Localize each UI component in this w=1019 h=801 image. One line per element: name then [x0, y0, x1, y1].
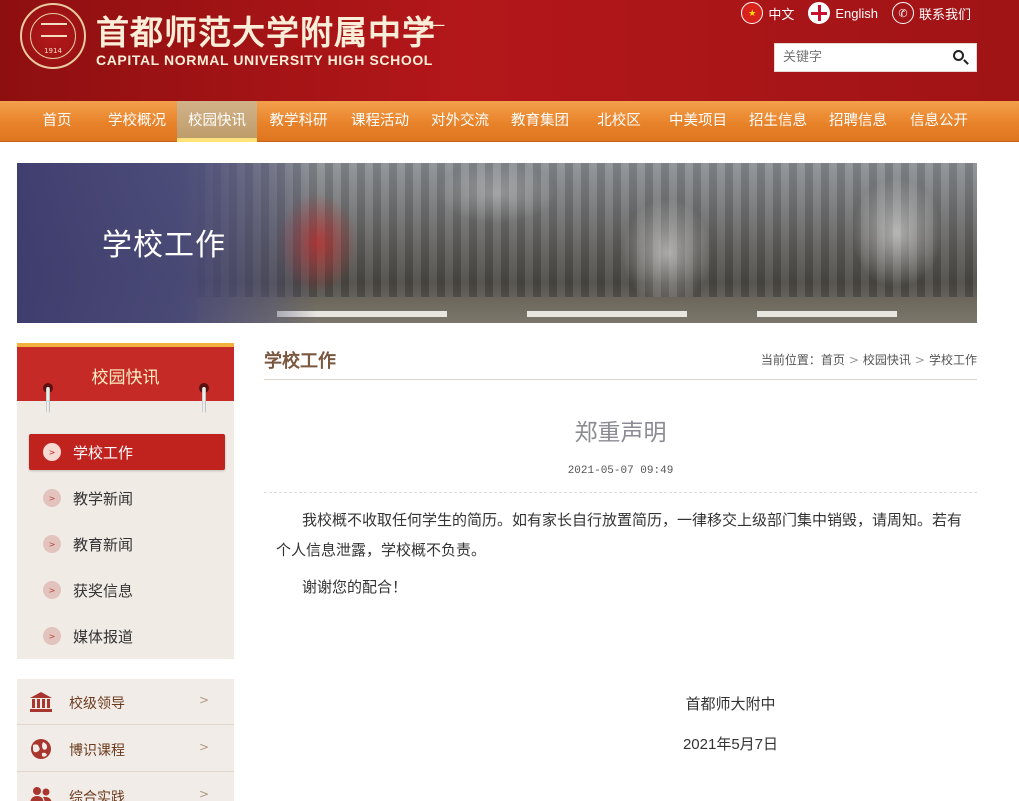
- lang-chinese-link[interactable]: ★ 中文: [741, 2, 794, 24]
- building-icon: [30, 692, 52, 712]
- page-banner: 学校工作: [17, 163, 977, 323]
- nav-item-disclosure[interactable]: 信息公开: [898, 101, 980, 142]
- section-title: 学校工作: [264, 351, 336, 372]
- main-nav: 首页 学校概况 校园快讯 教学科研 课程活动 对外交流 教育集团 北校区 中美项…: [0, 101, 1019, 142]
- binder-ring-icon: [198, 383, 210, 415]
- contact-us-label: 联系我们: [918, 6, 971, 22]
- quick-link-practice[interactable]: 综合实践 >: [17, 773, 234, 801]
- school-seal-logo[interactable]: 1914: [20, 3, 86, 69]
- arrow-bullet-icon: >: [43, 443, 61, 461]
- article-title: 郑重声明: [574, 420, 667, 446]
- nav-item-teaching-research[interactable]: 教学科研: [257, 101, 340, 142]
- banner-title: 学校工作: [102, 228, 226, 263]
- arrow-bullet-icon: >: [43, 581, 61, 599]
- article-paragraph: 我校概不收取任何学生的简历。如有家长自行放置简历，一律移交上级部门集中销毁，请周…: [276, 511, 963, 559]
- nav-item-sino-us[interactable]: 中美项目: [658, 101, 738, 142]
- site-header: 1914 首都师范大学附属中学 十一 CAPITAL NORMAL UNIVER…: [0, 0, 1019, 101]
- nav-item-about[interactable]: 学校概况: [97, 101, 177, 142]
- phone-icon: ✆: [891, 2, 914, 24]
- breadcrumb-separator: >: [848, 353, 859, 367]
- top-links: ★ 中文 English ✆ 联系我们: [741, 2, 971, 24]
- sidebar-item-teaching-news[interactable]: > 教学新闻: [29, 480, 225, 516]
- seal-year: 1914: [44, 47, 62, 55]
- article-content: 学校工作 当前位置：首页 > 校园快讯 > 学校工作 郑重声明 2021-05-07 0…: [264, 343, 977, 801]
- binder-ring-icon: [42, 383, 54, 415]
- nav-item-campus-news[interactable]: 校园快讯: [177, 101, 257, 142]
- nav-item-curriculum[interactable]: 课程活动: [340, 101, 420, 142]
- globe-icon: [31, 739, 51, 759]
- search-input[interactable]: [775, 44, 945, 71]
- sidebar-item-media[interactable]: > 媒体报道: [29, 618, 225, 654]
- nav-item-recruitment[interactable]: 招聘信息: [818, 101, 898, 142]
- article-paragraph: 谢谢您的配合！: [302, 578, 408, 596]
- quick-link-label: 博识课程: [69, 743, 125, 759]
- article-signature: 首都师大附中: [685, 695, 776, 713]
- lang-english-label: English: [835, 5, 878, 21]
- chevron-right-icon: >: [199, 740, 210, 754]
- sidebar-item-awards[interactable]: > 获奖信息: [29, 572, 225, 608]
- arrow-bullet-icon: >: [43, 489, 61, 507]
- sidebar-item-label: 教育新闻: [73, 535, 134, 554]
- quick-link-courses[interactable]: 博识课程 >: [17, 726, 234, 772]
- quick-link-leaders[interactable]: 校级领导 >: [17, 679, 234, 725]
- quick-links: 校级领导 > 博识课程 > 综合实践 >: [17, 679, 234, 801]
- arrow-bullet-icon: >: [43, 535, 61, 553]
- sidebar-item-label: 媒体报道: [73, 627, 134, 646]
- title-divider: [264, 379, 977, 380]
- sidebar-item-label: 学校工作: [73, 443, 134, 462]
- nav-item-home[interactable]: 首页: [17, 101, 97, 142]
- breadcrumb-campus-news[interactable]: 校园快讯: [863, 353, 911, 367]
- search-icon[interactable]: [952, 49, 970, 67]
- nav-item-admissions[interactable]: 招生信息: [738, 101, 818, 142]
- breadcrumb-prefix: 当前位置：: [760, 353, 821, 367]
- quick-link-label: 校级领导: [69, 696, 125, 712]
- breadcrumb-separator: >: [914, 353, 925, 367]
- sidebar-item-label: 获奖信息: [73, 581, 134, 600]
- dashed-divider: [264, 492, 977, 493]
- uk-flag-icon: [808, 2, 831, 24]
- arrow-bullet-icon: >: [43, 627, 61, 645]
- chevron-right-icon: >: [199, 693, 210, 707]
- breadcrumb-home[interactable]: 首页: [821, 353, 845, 367]
- lang-chinese-label: 中文: [768, 6, 795, 22]
- nav-item-north-campus[interactable]: 北校区: [580, 101, 658, 142]
- people-icon: [30, 787, 52, 801]
- breadcrumb-school-work[interactable]: 学校工作: [929, 353, 977, 367]
- article-sign-date: 2021年5月7日: [682, 736, 779, 753]
- breadcrumb: 当前位置：首页 > 校园快讯 > 学校工作: [761, 351, 977, 368]
- contact-us-link[interactable]: ✆ 联系我们: [891, 2, 971, 24]
- nav-item-exchange[interactable]: 对外交流: [420, 101, 500, 142]
- china-flag-icon: ★: [741, 2, 764, 24]
- sidebar-item-school-work[interactable]: > 学校工作: [29, 434, 225, 470]
- sidebar-item-label: 教学新闻: [73, 489, 134, 508]
- chevron-right-icon: >: [199, 787, 210, 801]
- nav-item-edu-group[interactable]: 教育集团: [500, 101, 580, 142]
- school-name-cn[interactable]: 首都师范大学附属中学: [96, 6, 436, 54]
- school-name-en[interactable]: CAPITAL NORMAL UNIVERSITY HIGH SCHOOL: [96, 52, 433, 68]
- section-sidebar: 校园快讯 > 学校工作 > 教学新闻 > 教育新闻 > 获奖信息 > 媒体报道: [17, 343, 234, 659]
- article-date: 2021-05-07 09:49: [567, 465, 674, 477]
- search-box: [774, 43, 977, 72]
- sidebar-item-education-news[interactable]: > 教育新闻: [29, 526, 225, 562]
- school-name-sub: 十一: [417, 19, 445, 35]
- lang-english-link[interactable]: English: [808, 2, 878, 24]
- quick-link-label: 综合实践: [69, 790, 125, 801]
